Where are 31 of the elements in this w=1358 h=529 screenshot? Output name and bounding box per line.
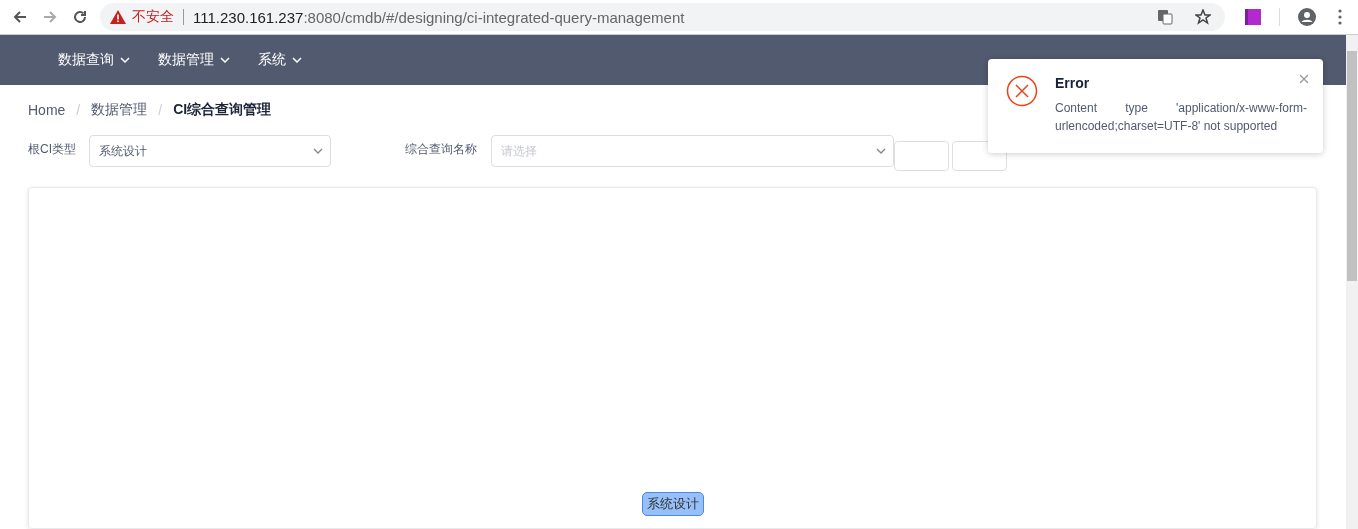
field-label: 综合查询名称 <box>405 141 477 158</box>
star-icon[interactable] <box>1195 9 1211 25</box>
reload-icon[interactable] <box>72 9 88 25</box>
chevron-down-icon <box>292 57 302 63</box>
notification-title: Error <box>1055 75 1090 91</box>
breadcrumb-item: CI综合查询管理 <box>173 101 272 119</box>
scrollbar[interactable] <box>1346 35 1358 529</box>
breadcrumb-separator: / <box>158 102 163 118</box>
back-icon[interactable] <box>12 9 28 25</box>
menu-icon[interactable] <box>1338 9 1342 25</box>
nav-menu[interactable]: 数据管理 <box>158 51 230 69</box>
field-label: 根CI类型 <box>28 141 77 158</box>
chevron-down-icon <box>220 57 230 63</box>
chevron-down-icon <box>120 57 130 63</box>
breadcrumb-item[interactable]: Home <box>28 102 66 118</box>
notification-message: Content type 'application/x-www-form-urlencoded;charset=UTF-8' not supported <box>1055 100 1307 135</box>
breadcrumb-item[interactable]: 数据管理 <box>91 101 148 119</box>
warning-icon <box>110 10 126 24</box>
graph-node[interactable]: 系统设计 <box>641 492 704 516</box>
error-icon <box>1006 75 1038 107</box>
close-icon[interactable] <box>1299 74 1309 84</box>
address-bar[interactable]: 不安全 111.230.161.237:8080/cmdb/#/designing/ci-integrated-query-management <box>100 3 1225 31</box>
chevron-down-icon <box>313 148 323 154</box>
account-icon[interactable] <box>1298 8 1316 26</box>
nav-menu[interactable]: 数据查询 <box>58 51 130 69</box>
select-field[interactable]: 系统设计 <box>89 135 331 167</box>
breadcrumb-separator: / <box>76 102 81 118</box>
nav-menu[interactable]: 系统 <box>258 51 302 69</box>
chevron-down-icon <box>876 148 886 154</box>
url-text: 111.230.161.237:8080/cmdb/#/designing/ci-integrated-query-management <box>193 8 685 26</box>
security-label: 不安全 <box>132 8 174 26</box>
